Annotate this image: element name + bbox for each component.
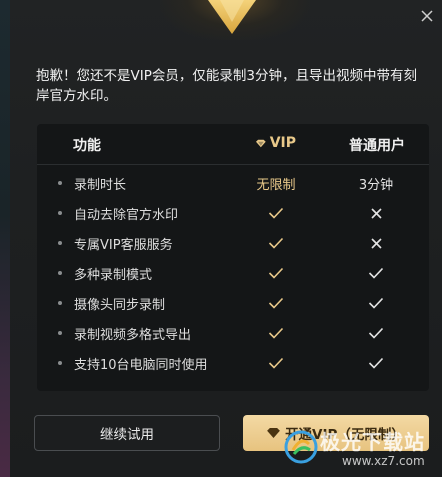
- feature-name: 自动去除官方水印: [74, 208, 179, 223]
- diamond-icon: [256, 139, 266, 147]
- normal-user-cell: [351, 294, 401, 312]
- diamond-icon: [267, 428, 280, 438]
- vip-cell: 无限制: [256, 177, 296, 193]
- row-bullet: [58, 211, 62, 215]
- table-row: 多种录制模式: [37, 258, 429, 288]
- normal-user-cell: [351, 204, 401, 222]
- normal-user-cell: 3分钟: [358, 177, 394, 193]
- feature-name: 专属VIP客服服务: [74, 238, 173, 253]
- header-vip-label: VIP: [269, 135, 296, 151]
- check-icon: [368, 267, 384, 279]
- close-button[interactable]: [417, 6, 437, 26]
- open-vip-button[interactable]: 开通VIP（无限制）: [243, 415, 429, 451]
- feature-name: 录制时长: [74, 178, 127, 193]
- vip-upgrade-dialog: 抱歉！您还不是VIP会员，仅能录制3分钟，且导出视频中带有刻岸官方水印。 功能 …: [10, 0, 442, 477]
- continue-trial-button[interactable]: 继续试用: [34, 415, 220, 451]
- check-icon: [268, 327, 284, 339]
- check-icon: [268, 267, 284, 279]
- check-icon: [268, 237, 284, 249]
- row-bullet: [58, 181, 62, 185]
- header-normal-user: 普通用户: [349, 138, 405, 154]
- vip-cell: [251, 354, 301, 372]
- table-header: 功能 VIP 普通用户: [37, 124, 429, 165]
- normal-user-cell: [351, 324, 401, 342]
- table-row: 摄像头同步录制: [37, 288, 429, 318]
- row-bullet: [58, 331, 62, 335]
- feature-name: 多种录制模式: [74, 268, 153, 283]
- table-row: 录制时长 无限制 3分钟: [37, 168, 429, 198]
- normal-user-cell: [351, 234, 401, 252]
- normal-user-cell: [351, 354, 401, 372]
- check-icon: [268, 357, 284, 369]
- row-bullet: [58, 241, 62, 245]
- check-icon: [368, 357, 384, 369]
- feature-comparison-table: 功能 VIP 普通用户 录制时长 无限制 3分钟自动去除官方水印 专属VIP客服服务多…: [37, 124, 429, 391]
- row-bullet: [58, 271, 62, 275]
- check-icon: [368, 297, 384, 309]
- vip-cell: [251, 234, 301, 252]
- table-row: 支持10台电脑同时使用: [37, 348, 429, 378]
- feature-name: 支持10台电脑同时使用: [74, 358, 208, 373]
- cross-icon: [370, 207, 382, 219]
- vip-cell: [251, 294, 301, 312]
- check-icon: [268, 207, 284, 219]
- row-bullet: [58, 361, 62, 365]
- row-bullet: [58, 301, 62, 305]
- vip-diamond-hero-icon: [208, 0, 256, 34]
- cross-icon: [370, 237, 382, 249]
- feature-name: 录制视频多格式导出: [74, 328, 192, 343]
- open-vip-button-label: 开通VIP（无限制）: [285, 427, 405, 443]
- vip-cell: [251, 324, 301, 342]
- table-row: 自动去除官方水印: [37, 198, 429, 228]
- normal-user-cell: [351, 264, 401, 282]
- vip-cell: [251, 204, 301, 222]
- close-icon: [421, 10, 433, 22]
- check-icon: [368, 327, 384, 339]
- header-feature: 功能: [73, 138, 101, 154]
- vip-cell: [251, 264, 301, 282]
- vip-notice-text: 抱歉！您还不是VIP会员，仅能录制3分钟，且导出视频中带有刻岸官方水印。: [36, 68, 417, 104]
- table-row: 专属VIP客服服务: [37, 228, 429, 258]
- feature-name: 摄像头同步录制: [74, 298, 166, 313]
- header-vip: VIP: [256, 135, 296, 151]
- check-icon: [268, 297, 284, 309]
- table-row: 录制视频多格式导出: [37, 318, 429, 348]
